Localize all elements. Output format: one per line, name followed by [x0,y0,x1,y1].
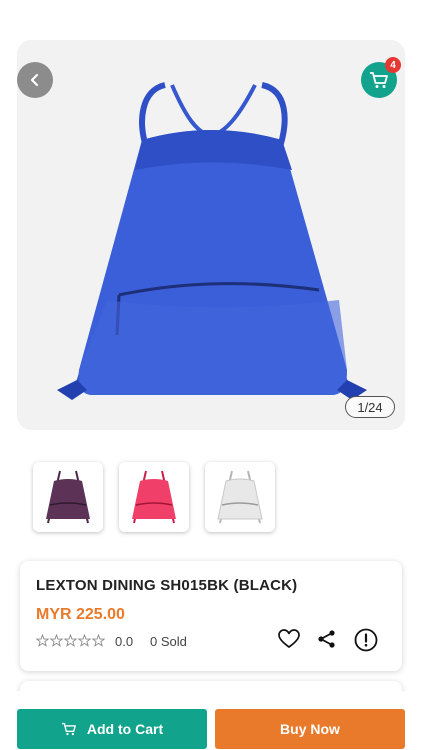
chevron-left-icon [30,73,39,87]
share-button[interactable] [317,629,337,654]
report-button[interactable] [354,628,378,657]
cart-icon [370,72,388,88]
thumbnail-strip [33,462,275,532]
thumbnail-white-bag[interactable] [205,462,275,532]
wishlist-button[interactable] [278,629,300,654]
image-counter: 1/24 [345,396,395,418]
back-button[interactable] [17,62,53,98]
thumbnail-pink-bag[interactable] [119,462,189,532]
product-image-gallery[interactable] [17,40,405,430]
rating-value: 0.0 [115,634,134,649]
bottom-action-bar: Add to Cart Buy Now [0,691,422,750]
sold-count: 0 Sold [150,634,187,649]
buy-now-label: Buy Now [280,721,340,737]
product-title: LEXTON DINING SH015BK (BLACK) [36,577,298,594]
product-info-card: LEXTON DINING SH015BK (BLACK) MYR 225.00… [20,561,402,671]
star-outline-icon [36,634,106,647]
add-to-cart-button[interactable]: Add to Cart [17,709,207,749]
thumbnail-purple-bag[interactable] [33,462,103,532]
cart-count-badge: 4 [385,57,401,73]
product-main-image[interactable] [47,60,377,405]
cart-icon [61,722,76,736]
heart-icon [278,629,300,648]
product-price: MYR 225.00 [36,606,125,623]
share-icon [318,630,335,648]
add-to-cart-label: Add to Cart [86,721,164,737]
rating-stars [36,634,106,647]
buy-now-button[interactable]: Buy Now [215,709,405,749]
info-alert-icon [354,628,378,652]
